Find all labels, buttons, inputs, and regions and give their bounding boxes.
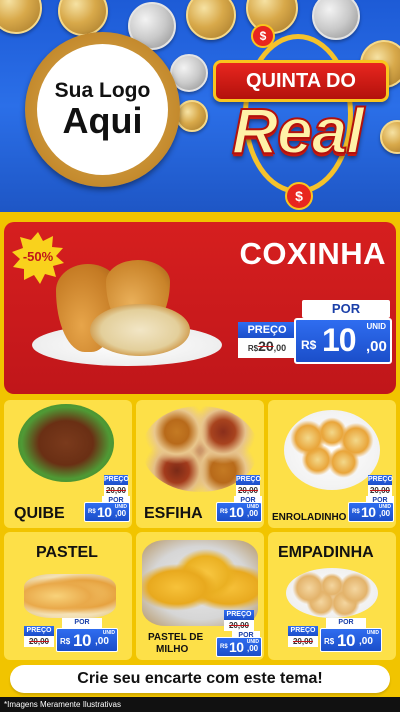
new-price: R$ 10 ,00 UNID <box>84 502 130 522</box>
badge-word: Real <box>231 94 365 168</box>
featured-product-card: -50% COXINHA POR PREÇO R$20,00 R$ 10 ,00… <box>4 222 396 394</box>
create-flyer-button[interactable]: Crie seu encarte com este tema! <box>10 665 390 693</box>
dollar-icon: $ <box>251 24 275 48</box>
product-name: QUIBE <box>14 505 65 522</box>
old-price: 20,00 <box>236 485 260 496</box>
product-name: ESFIHA <box>144 505 203 522</box>
coin-icon <box>176 100 208 132</box>
old-price-label: PREÇO <box>104 475 129 485</box>
featured-product-name: COXINHA <box>239 236 386 271</box>
coxinha-cut-image <box>90 304 190 356</box>
price-dec: ,00 <box>359 636 373 647</box>
old-price-int: 20 <box>258 338 274 354</box>
unit-label: UNID <box>246 639 259 645</box>
product-price-tag: PREÇO 20,00 POR R$ 10 ,00 UNID <box>214 475 262 523</box>
logo-text-line1: Sua Logo <box>54 79 151 103</box>
hero-banner: Sua Logo Aqui $ QUINTA DO Real $ <box>0 0 400 212</box>
currency: R$ <box>220 644 228 650</box>
new-price-dec: ,00 <box>366 338 387 355</box>
new-price: R$ 10 ,00 UNID <box>348 502 394 522</box>
currency: R$ <box>60 637 71 646</box>
currency: R$ <box>88 509 96 515</box>
unit-label: UNID <box>366 322 386 331</box>
product-name: PASTEL <box>36 544 98 561</box>
new-price-label: POR <box>62 618 102 628</box>
unit-label: UNID <box>102 630 115 636</box>
product-name: EMPADINHA <box>278 544 374 561</box>
price-int: 10 <box>73 631 91 650</box>
price-int: 10 <box>337 631 355 650</box>
price-dec: ,00 <box>379 509 391 518</box>
old-price: 20,00 <box>368 485 392 496</box>
unit-label: UNID <box>378 504 391 510</box>
old-price-label: PREÇO <box>368 475 393 485</box>
product-card-empadinha: EMPADINHA PREÇO 20,00 POR R$ 10 ,00 UNID <box>268 532 396 660</box>
old-price-label: PREÇO <box>224 610 254 620</box>
empadinha-image <box>286 568 378 618</box>
new-price: R$ 10 ,00 UNID <box>294 318 392 364</box>
product-card-pastel: PASTEL PREÇO 20,00 POR R$ 10 ,00 UNID <box>4 532 132 660</box>
price-dec: ,00 <box>95 636 109 647</box>
unit-label: UNID <box>246 504 259 510</box>
old-price: 20,00 <box>224 620 254 631</box>
product-price-tag: PREÇO 20,00 POR R$ 10 ,00 UNID <box>24 614 130 658</box>
new-price-label: POR <box>302 300 390 318</box>
product-card-quibe: QUIBE PREÇO 20,00 POR R$ 10 ,00 UNID <box>4 400 132 528</box>
product-name-line1: PASTEL DE <box>148 632 204 643</box>
dollar-icon: $ <box>285 182 313 210</box>
new-price: R$ 10 ,00 UNID <box>56 628 118 652</box>
old-price-label: PREÇO <box>24 626 54 636</box>
old-price: R$20,00 <box>238 338 296 358</box>
price-int: 10 <box>229 504 244 520</box>
new-price-currency: R$ <box>301 338 317 352</box>
price-dec: ,00 <box>247 644 259 653</box>
old-price: 20,00 <box>104 485 128 496</box>
currency: R$ <box>220 509 228 515</box>
featured-price-tag: POR PREÇO R$20,00 R$ 10 ,00 UNID <box>238 300 392 384</box>
product-card-esfiha: ESFIHA PREÇO 20,00 POR R$ 10 ,00 UNID <box>136 400 264 528</box>
price-int: 10 <box>361 504 376 520</box>
price-dec: ,00 <box>115 509 127 518</box>
new-price: R$ 10 ,00 UNID <box>216 637 262 657</box>
old-price-label: PREÇO <box>238 322 296 338</box>
old-price: 20,00 <box>24 636 54 647</box>
price-int: 10 <box>97 504 112 520</box>
product-price-tag: PREÇO 20,00 POR R$ 10 ,00 UNID <box>288 614 394 658</box>
discount-starburst: -50% <box>12 232 64 284</box>
new-price-label: POR <box>326 618 366 628</box>
old-price: 20,00 <box>288 636 318 647</box>
price-int: 10 <box>229 639 244 655</box>
old-price-label: PREÇO <box>236 475 261 485</box>
quibe-image <box>18 404 114 482</box>
new-price: R$ 10 ,00 UNID <box>216 502 262 522</box>
quinta-do-real-badge: $ QUINTA DO Real $ <box>205 24 390 210</box>
price-dec: ,00 <box>247 509 259 518</box>
old-price-label: PREÇO <box>288 626 318 636</box>
unit-label: UNID <box>114 504 127 510</box>
new-price: R$ 10 ,00 UNID <box>320 628 382 652</box>
product-price-tag: PREÇO 20,00 POR R$ 10 ,00 UNID <box>214 610 262 658</box>
coin-icon <box>0 0 42 34</box>
product-name: ENROLADINHO <box>272 512 347 523</box>
product-price-tag: PREÇO 20,00 POR R$ 10 ,00 UNID <box>82 475 130 523</box>
old-price-dec: ,00 <box>273 343 287 353</box>
disclaimer-text: *Imagens Meramente Ilustrativas <box>0 697 400 712</box>
unit-label: UNID <box>366 630 379 636</box>
coin-icon <box>58 0 108 36</box>
logo-text-line2: Aqui <box>62 100 143 142</box>
logo-placeholder: Sua Logo Aqui <box>25 32 180 187</box>
product-name-line2: MILHO <box>156 644 189 655</box>
discount-label: -50% <box>22 249 54 264</box>
currency: R$ <box>324 637 335 646</box>
old-price-currency: R$ <box>247 344 259 353</box>
pastel-image <box>24 574 116 618</box>
product-card-enroladinho: ENROLADINHO PREÇO 20,00 POR R$ 10 ,00 UN… <box>268 400 396 528</box>
product-card-pastel-de-milho: PASTEL DE MILHO PREÇO 20,00 POR R$ 10 ,0… <box>136 532 264 660</box>
new-price-int: 10 <box>322 322 357 358</box>
currency: R$ <box>352 509 360 515</box>
product-price-tag: PREÇO 20,00 POR R$ 10 ,00 UNID <box>346 475 394 523</box>
